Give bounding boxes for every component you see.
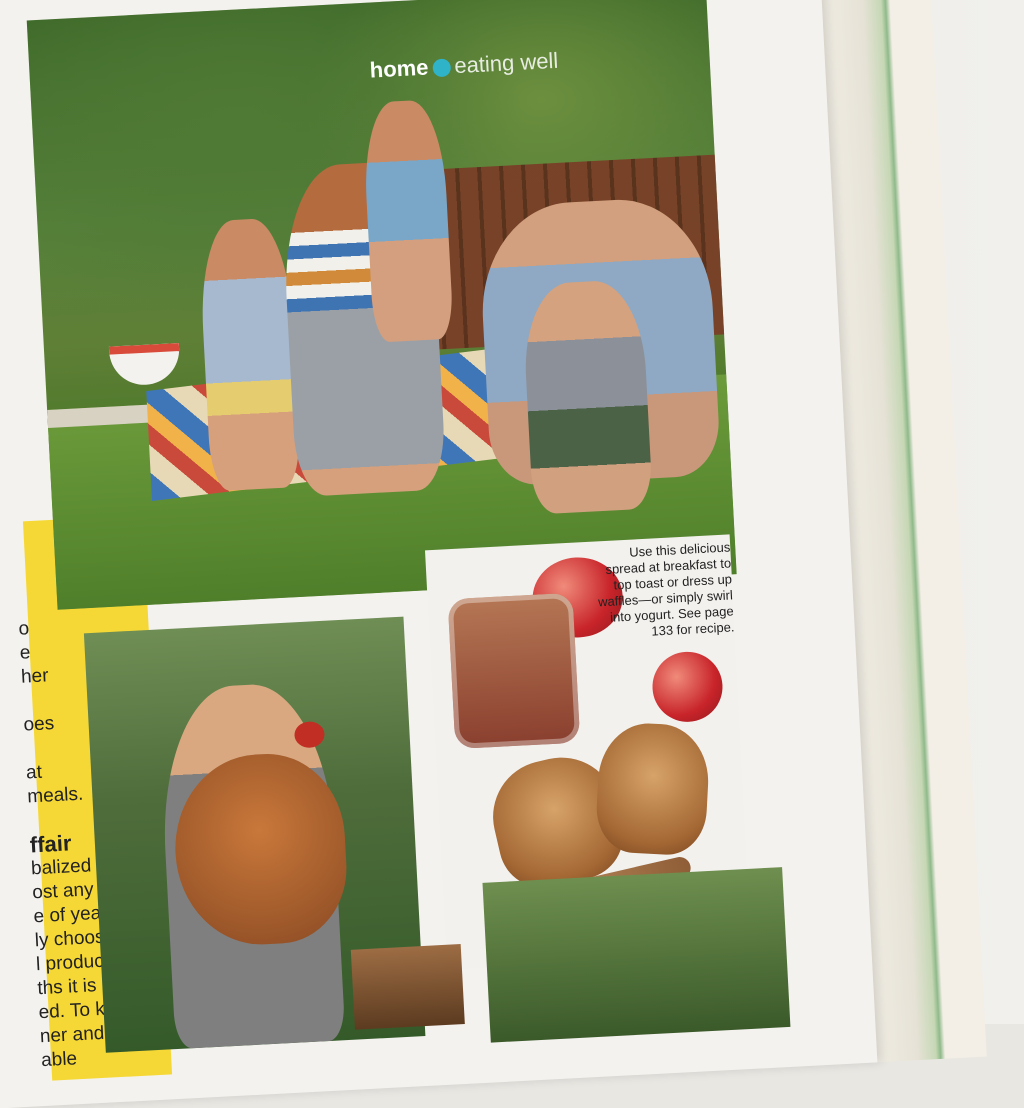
red-apple	[650, 650, 725, 724]
magazine-page: o e her oes at meals. ffair balized ost …	[0, 0, 878, 1108]
garden-photo	[482, 867, 791, 1043]
apple-butter-jar	[447, 592, 581, 750]
boy-sitting	[197, 217, 302, 492]
subsection-label: eating well	[453, 47, 559, 79]
recipe-caption: Use this delicious spread at breakfast t…	[575, 539, 735, 643]
chicken-comb	[293, 720, 326, 749]
wood-photo	[350, 944, 465, 1030]
section-label: home	[369, 54, 430, 83]
section-header: home eating well	[369, 48, 559, 84]
toast-slice	[594, 721, 712, 857]
apple-bowl	[108, 342, 181, 387]
accent-dot-icon	[432, 58, 451, 78]
girl-standing	[361, 98, 454, 343]
family-hero-photo: home eating well	[26, 0, 737, 610]
